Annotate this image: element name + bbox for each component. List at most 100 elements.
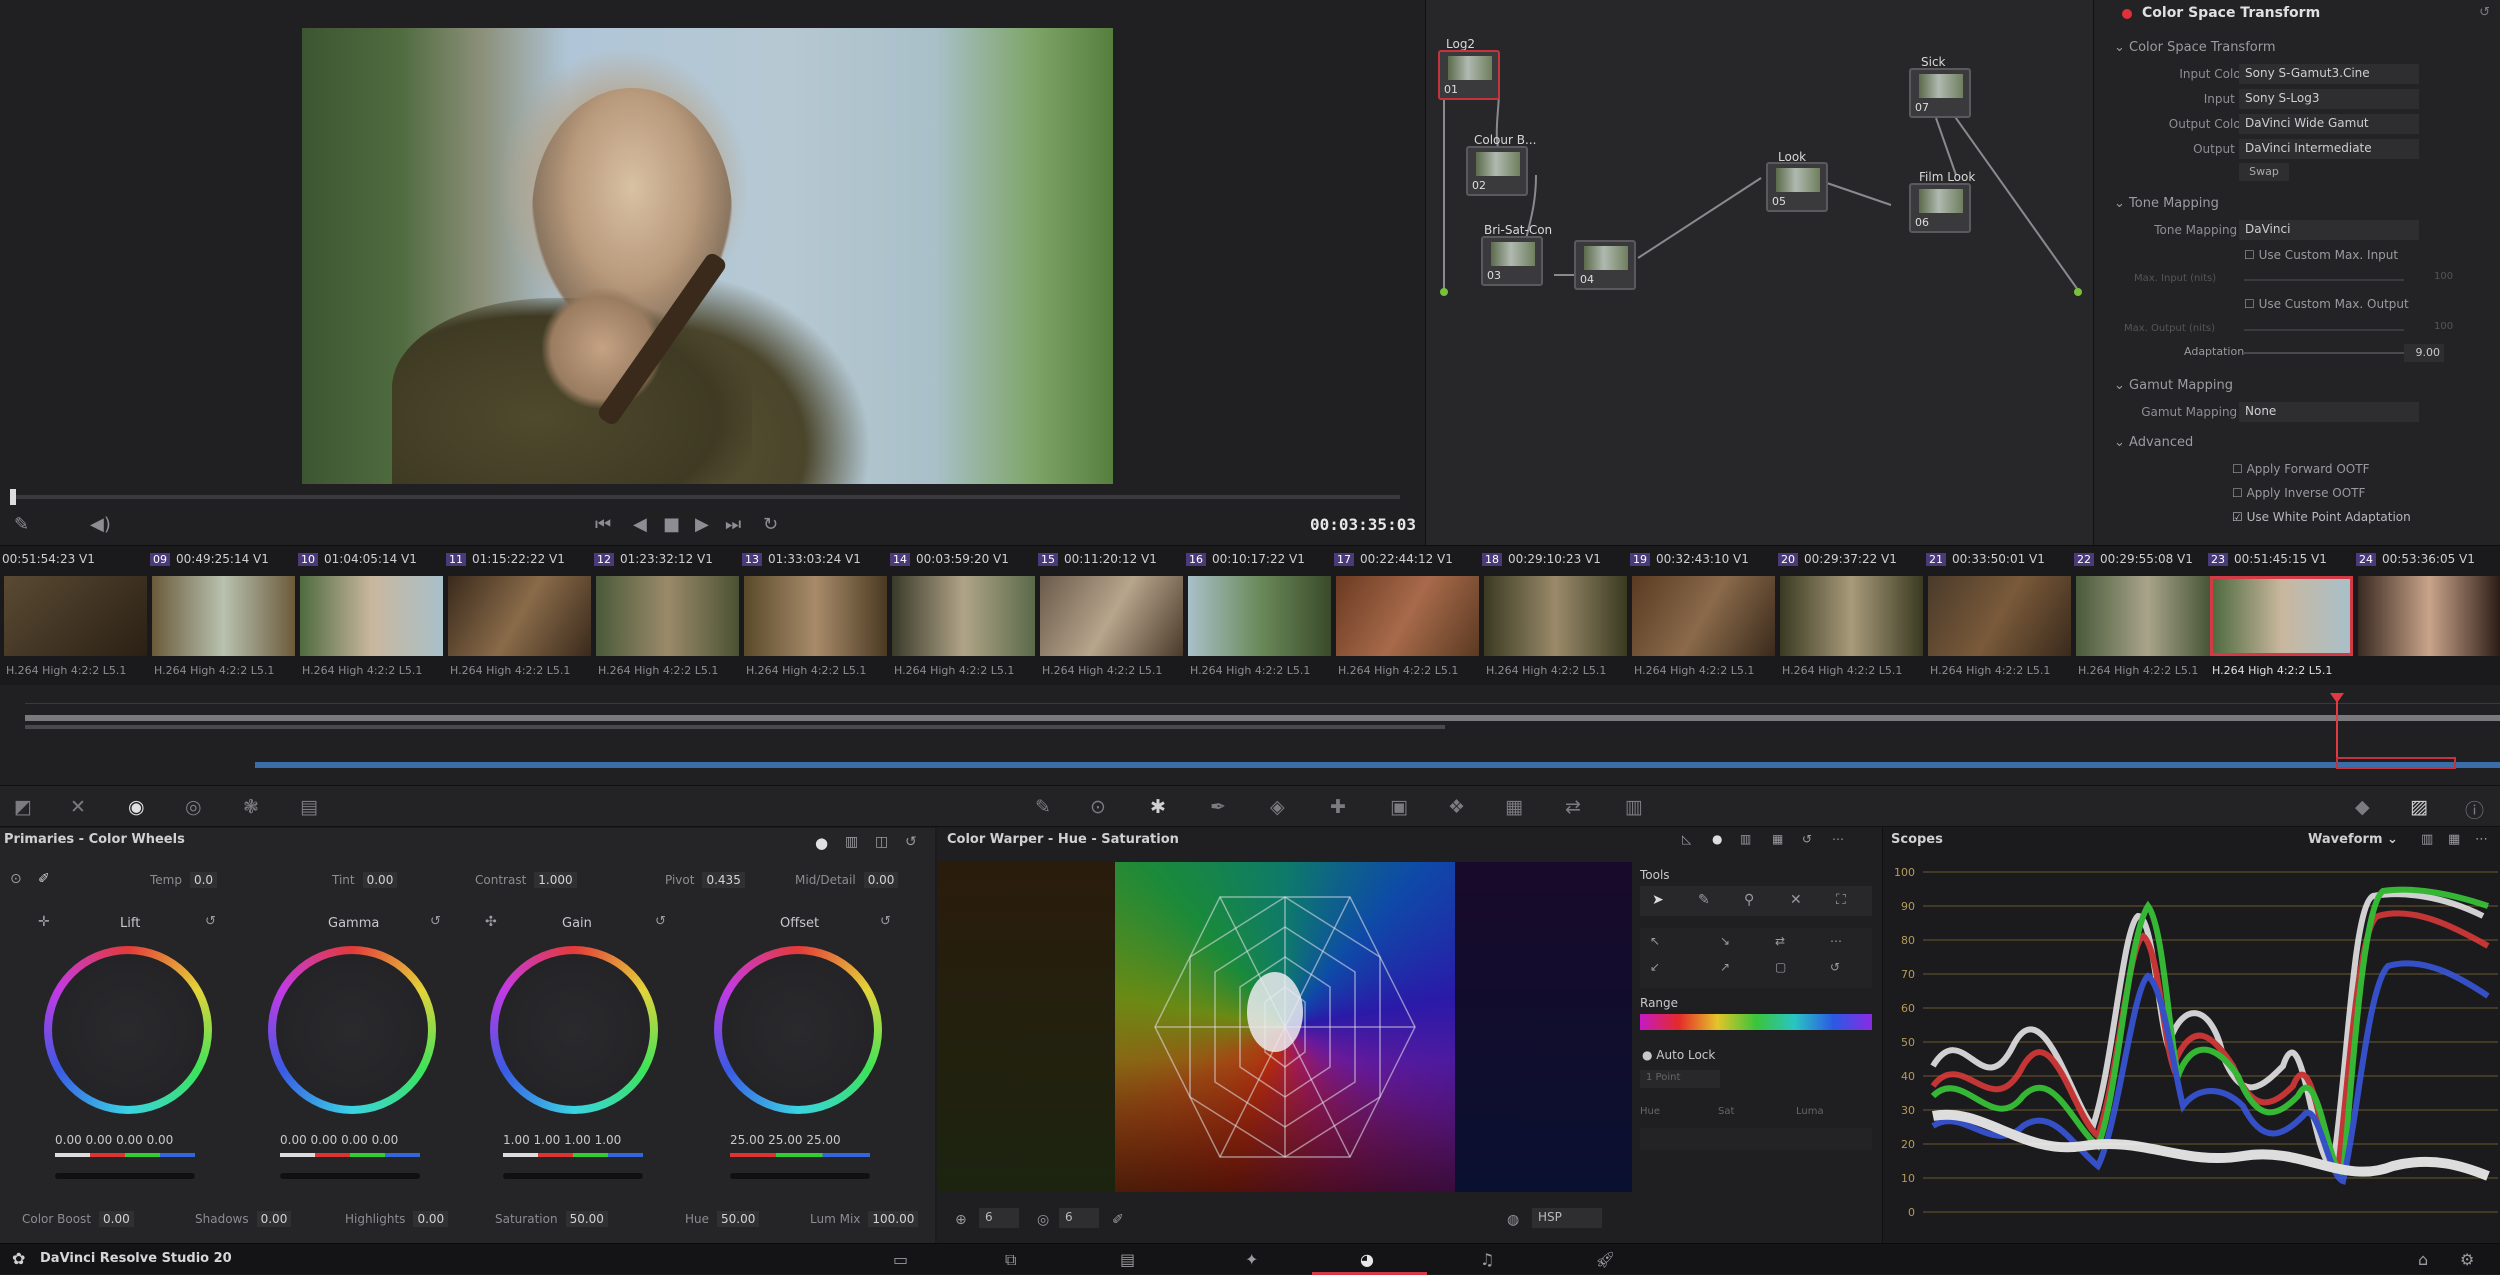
magic-mask-icon[interactable]: ▣ bbox=[1390, 796, 1408, 818]
tool-icon[interactable]: ↖ bbox=[1650, 934, 1660, 948]
hue-value[interactable]: 50.00 bbox=[717, 1211, 760, 1227]
keyframes-icon[interactable]: ◆ bbox=[2355, 796, 2370, 818]
node-01[interactable]: 01 bbox=[1438, 50, 1500, 100]
motion-effects-icon[interactable]: ▤ bbox=[300, 796, 318, 818]
wheel-values[interactable]: 0.00 0.00 0.00 0.00 bbox=[280, 1133, 398, 1147]
section-header[interactable]: ⌄ Advanced bbox=[2114, 435, 2193, 450]
hdr-icon[interactable]: ◎ bbox=[185, 796, 202, 818]
clip-item[interactable]: 19 00:32:43:10 V1 H.264 High 4:2:2 L5.1 bbox=[1630, 546, 1777, 686]
scopes-toggle-icon[interactable]: ▨ bbox=[2410, 796, 2428, 818]
mini-timeline[interactable] bbox=[0, 685, 2500, 785]
bars-mode-icon[interactable]: ▥ bbox=[845, 834, 858, 850]
clip-item[interactable]: 09 00:49:25:14 V1 H.264 High 4:2:2 L5.1 bbox=[150, 546, 297, 686]
timeline-playhead[interactable] bbox=[2336, 695, 2338, 757]
speaker-icon[interactable]: ◀) bbox=[90, 514, 111, 535]
viewer-scrubber[interactable] bbox=[10, 495, 1400, 499]
node-editor[interactable]: Log2 01 Colour B... 02 Bri-Sat-Con 03 04… bbox=[1425, 0, 2093, 545]
grid-size-select-1[interactable]: 6 bbox=[979, 1208, 1019, 1228]
info-icon[interactable]: ⓘ bbox=[2465, 796, 2484, 823]
mode-icon[interactable]: ● bbox=[1712, 832, 1722, 846]
middetail-param[interactable]: Mid/Detail 0.00 bbox=[795, 872, 899, 888]
cut-page-icon[interactable]: ⧉ bbox=[1005, 1250, 1016, 1270]
convergence-icon[interactable]: ◎ bbox=[1037, 1212, 1049, 1228]
pen-icon[interactable]: ✎ bbox=[14, 514, 29, 535]
blur-icon[interactable]: ❖ bbox=[1448, 796, 1465, 818]
sizing-icon[interactable]: ⇄ bbox=[1565, 796, 1581, 818]
section-header[interactable]: ⌄ Gamut Mapping bbox=[2114, 378, 2233, 393]
swap-button[interactable]: Swap bbox=[2239, 163, 2289, 181]
clip-thumbnail[interactable] bbox=[892, 576, 1035, 656]
gain-wheel[interactable] bbox=[490, 946, 658, 1114]
output-dot[interactable] bbox=[2074, 288, 2082, 296]
reverse-icon[interactable]: ◀ bbox=[633, 514, 647, 535]
master-wheel-slider[interactable] bbox=[55, 1173, 195, 1179]
gamma-wheel[interactable] bbox=[268, 946, 436, 1114]
clip-item[interactable]: 11 01:15:22:22 V1 H.264 High 4:2:2 L5.1 bbox=[446, 546, 593, 686]
clip-thumbnail[interactable] bbox=[2210, 576, 2353, 656]
clip-item[interactable]: 16 00:10:17:22 V1 H.264 High 4:2:2 L5.1 bbox=[1186, 546, 1333, 686]
forward-ootf-checkbox[interactable]: ☐ Apply Forward OOTF bbox=[2232, 462, 2369, 476]
scope-type-select[interactable]: Waveform ⌄ bbox=[2308, 832, 2398, 847]
clip-thumbnail[interactable] bbox=[300, 576, 443, 656]
node-04[interactable]: 04 bbox=[1574, 240, 1636, 290]
wheels-mode-icon[interactable]: ● bbox=[815, 834, 828, 852]
shadows-param[interactable]: Shadows 0.00 bbox=[195, 1211, 292, 1227]
adaptation-value[interactable]: 9.00 bbox=[2404, 344, 2444, 362]
color-match-icon[interactable]: ✕ bbox=[70, 796, 86, 818]
clip-thumbnail[interactable] bbox=[152, 576, 295, 656]
media-page-icon[interactable]: ▭ bbox=[893, 1250, 908, 1269]
node-03[interactable]: 03 bbox=[1481, 236, 1543, 286]
clip-item[interactable]: 20 00:29:37:22 V1 H.264 High 4:2:2 L5.1 bbox=[1778, 546, 1925, 686]
inverse-ootf-checkbox[interactable]: ☐ Apply Inverse OOTF bbox=[2232, 486, 2365, 500]
tone-mapping-row[interactable]: Tone Mapping Method DaVinci bbox=[2094, 218, 2500, 242]
max-input-value[interactable]: 100 bbox=[2434, 271, 2453, 282]
play-icon[interactable]: ▶ bbox=[695, 514, 709, 535]
input-gamma-row[interactable]: Input GammaSony S-Log3 bbox=[2094, 87, 2500, 111]
clip-thumbnail[interactable] bbox=[448, 576, 591, 656]
master-wheel-slider[interactable] bbox=[503, 1173, 643, 1179]
3d-icon[interactable]: ▥ bbox=[1625, 796, 1643, 818]
clip-thumbnail[interactable] bbox=[1780, 576, 1923, 656]
pin-tool-icon[interactable]: ⚲ bbox=[1744, 892, 1754, 908]
point-select[interactable]: 1 Point bbox=[1640, 1070, 1720, 1088]
highlights-param[interactable]: Highlights 0.00 bbox=[345, 1211, 449, 1227]
clip-item[interactable]: 14 00:03:59:20 V1 H.264 High 4:2:2 L5.1 bbox=[890, 546, 1037, 686]
max-output-slider[interactable] bbox=[2244, 329, 2404, 331]
tool-icon[interactable]: ↗ bbox=[1720, 960, 1730, 974]
clip-thumbnail[interactable] bbox=[2358, 576, 2500, 656]
colorboost-param[interactable]: Color Boost 0.00 bbox=[22, 1211, 134, 1227]
node-06[interactable]: 06 bbox=[1909, 183, 1971, 233]
scope-more-icon[interactable]: ⋯ bbox=[2475, 832, 2488, 847]
expand-tool-icon[interactable]: ⛶ bbox=[1836, 892, 1846, 908]
pen-tool-icon[interactable]: ✎ bbox=[1698, 892, 1710, 908]
reset-icon[interactable]: ↺ bbox=[655, 914, 666, 929]
colorboost-value[interactable]: 0.00 bbox=[99, 1211, 134, 1227]
enabled-indicator-icon[interactable] bbox=[2122, 9, 2132, 19]
tool-icon[interactable]: ⇄ bbox=[1775, 934, 1785, 948]
temp-param[interactable]: Temp 0.0 bbox=[150, 872, 218, 888]
reset-icon[interactable]: ↺ bbox=[205, 914, 216, 929]
reset-all-icon[interactable]: ↺ bbox=[905, 834, 917, 850]
reset-icon[interactable]: ↺ bbox=[430, 914, 441, 929]
hue-param[interactable]: Hue 50.00 bbox=[685, 1211, 760, 1227]
pointer-tool-icon[interactable]: ➤ bbox=[1652, 892, 1664, 908]
clip-thumbnail[interactable] bbox=[1188, 576, 1331, 656]
clip-item[interactable]: 00:51:54:23 V1 H.264 High 4:2:2 L5.1 bbox=[2, 546, 149, 686]
contrast-param[interactable]: Contrast 1.000 bbox=[475, 872, 577, 888]
rgb-mixer-icon[interactable]: ❃ bbox=[243, 796, 259, 818]
deliver-page-icon[interactable]: 🚀︎ bbox=[1595, 1250, 1615, 1269]
clip-thumbnail[interactable] bbox=[2076, 576, 2219, 656]
clip-item[interactable]: 10 01:04:05:14 V1 H.264 High 4:2:2 L5.1 bbox=[298, 546, 445, 686]
home-icon[interactable]: ⌂ bbox=[2418, 1250, 2428, 1269]
pointer-icon[interactable]: ✣ bbox=[485, 914, 497, 930]
tool-icon[interactable]: ↺ bbox=[1830, 960, 1840, 974]
cross-tool-icon[interactable]: ✕ bbox=[1790, 892, 1802, 908]
section-header[interactable]: ⌄ Color Space Transform bbox=[2114, 40, 2276, 55]
color-wheels-icon[interactable]: ◉ bbox=[128, 796, 145, 818]
lummix-param[interactable]: Lum Mix 100.00 bbox=[810, 1211, 919, 1227]
color-warper-icon[interactable]: ✱ bbox=[1150, 796, 1166, 818]
window-icon[interactable]: ◈ bbox=[1270, 796, 1285, 818]
node-07[interactable]: 07 bbox=[1909, 68, 1971, 118]
qualifier-icon[interactable]: ✒ bbox=[1210, 796, 1226, 818]
saturation-value[interactable]: 50.00 bbox=[565, 1211, 608, 1227]
